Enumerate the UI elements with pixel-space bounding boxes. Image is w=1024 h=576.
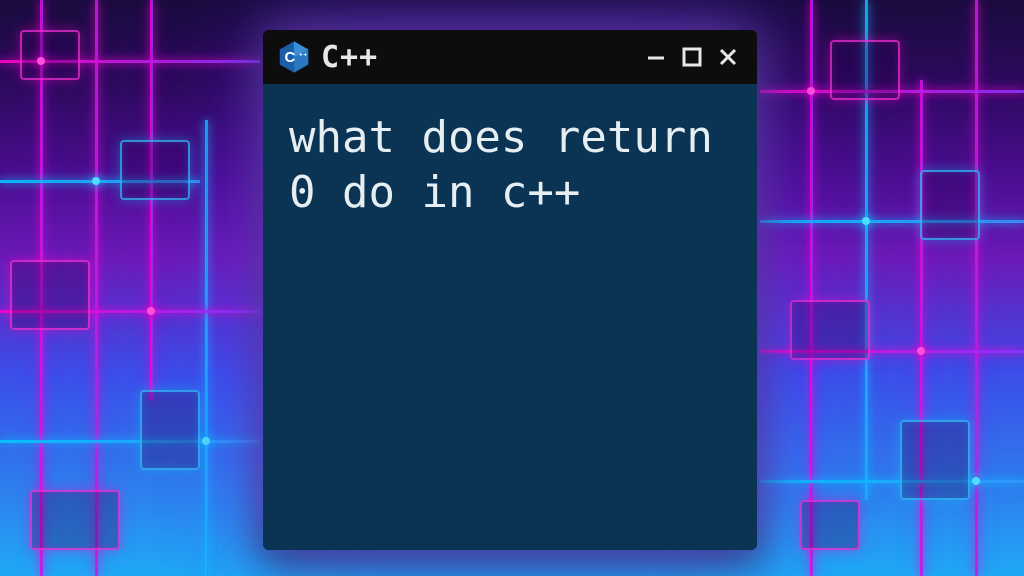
- maximize-button[interactable]: [677, 42, 707, 72]
- window-title: C++: [321, 40, 631, 75]
- content-area: what does return 0 do in c++: [263, 84, 757, 550]
- titlebar: C + + C++: [263, 30, 757, 84]
- svg-text:C: C: [285, 49, 296, 66]
- cpp-icon: C + +: [277, 40, 311, 74]
- minimize-button[interactable]: [641, 42, 671, 72]
- svg-text:+: +: [304, 52, 308, 59]
- app-window: C + + C++ what does return 0 do in c++: [263, 30, 757, 550]
- window-controls: [641, 42, 743, 72]
- svg-text:+: +: [299, 52, 303, 59]
- content-text: what does return 0 do in c++: [289, 110, 731, 220]
- close-button[interactable]: [713, 42, 743, 72]
